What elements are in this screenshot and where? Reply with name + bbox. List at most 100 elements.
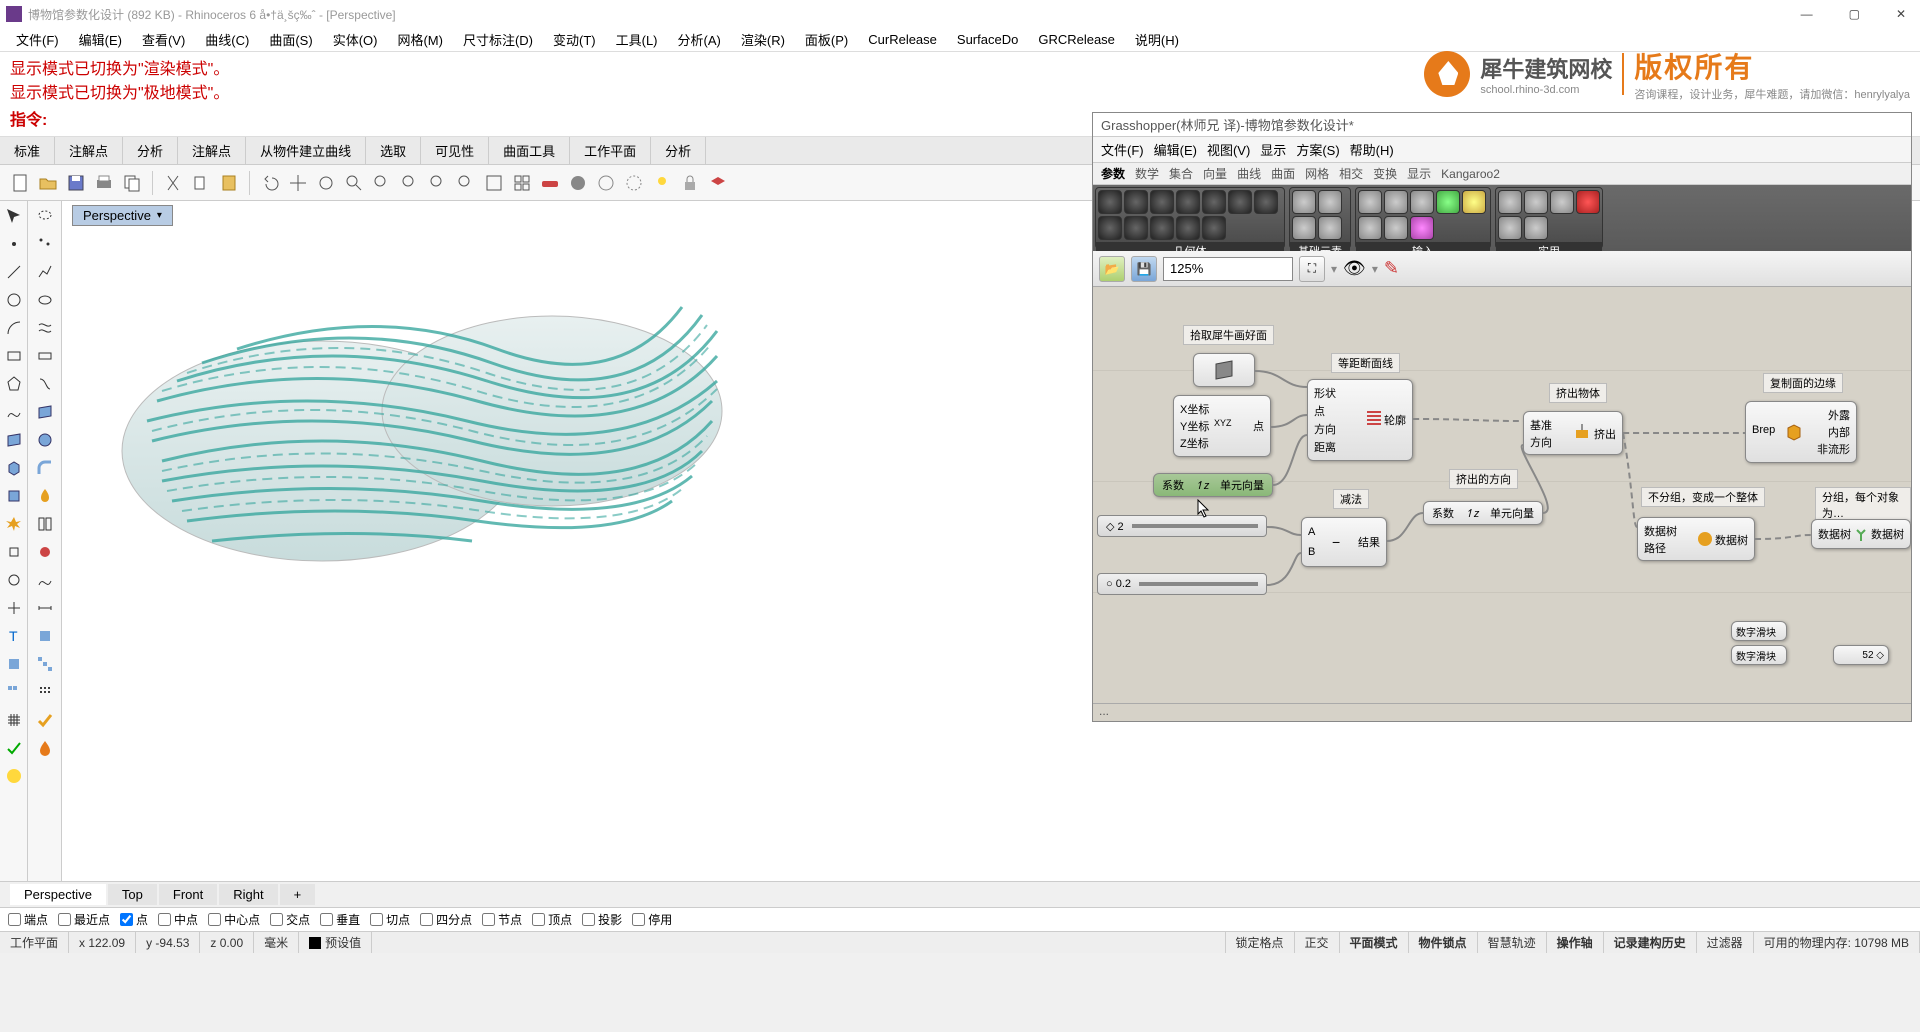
zoom-window-button[interactable] <box>370 171 394 195</box>
menu-currelease[interactable]: CurRelease <box>862 30 943 49</box>
help-tool[interactable] <box>3 765 25 787</box>
view-tab-front[interactable]: Front <box>159 884 217 905</box>
viewport-dropdown-icon[interactable]: ▾ <box>157 210 162 221</box>
menu-curve[interactable]: 曲线(C) <box>199 28 255 51</box>
gh-menu-file[interactable]: 文件(F) <box>1101 140 1144 159</box>
tab-surface-tools[interactable]: 曲面工具 <box>489 137 570 164</box>
gh-geom-icon[interactable] <box>1176 190 1200 214</box>
tab-select[interactable]: 选取 <box>366 137 421 164</box>
pan-button[interactable] <box>286 171 310 195</box>
gh-menu-solution[interactable]: 方案(S) <box>1296 140 1339 159</box>
light-icon[interactable] <box>650 171 674 195</box>
check-tool[interactable] <box>3 737 25 759</box>
shape-tool[interactable] <box>34 289 56 311</box>
gh-geom-icon[interactable] <box>1098 190 1122 214</box>
gh-tab-sets[interactable]: 集合 <box>1169 165 1193 182</box>
gh-geom-icon[interactable] <box>1202 190 1226 214</box>
gh-open-button[interactable]: 📂 <box>1099 256 1125 282</box>
gh-tab-params[interactable]: 参数 <box>1101 165 1125 182</box>
curve-tool[interactable] <box>3 401 25 423</box>
tab-visibility[interactable]: 可见性 <box>421 137 489 164</box>
solid-tool[interactable] <box>3 457 25 479</box>
explode-icon[interactable] <box>3 513 25 535</box>
edit-tool[interactable] <box>3 541 25 563</box>
point-tool[interactable] <box>3 233 25 255</box>
menu-analyze[interactable]: 分析(A) <box>672 28 727 51</box>
arrow-icon[interactable] <box>3 205 25 227</box>
zoom-in-button[interactable] <box>342 171 366 195</box>
gh-zoom-extents-button[interactable]: ⛶ <box>1299 256 1325 282</box>
transform-tool[interactable] <box>3 597 25 619</box>
menu-panels[interactable]: 面板(P) <box>799 28 854 51</box>
gh-util-icon[interactable] <box>1498 190 1522 214</box>
rotate-button[interactable] <box>314 171 338 195</box>
tab-standard[interactable]: 标准 <box>0 137 55 164</box>
gh-geom-icon[interactable] <box>1124 190 1148 214</box>
osnap-中心点[interactable]: 中心点 <box>208 911 260 928</box>
tab-annotation2[interactable]: 注解点 <box>178 137 246 164</box>
osnap-中点[interactable]: 中点 <box>158 911 198 928</box>
text-tool[interactable]: T <box>3 625 25 647</box>
gh-menu-view[interactable]: 视图(V) <box>1207 140 1250 159</box>
gh-node-numslider1[interactable]: 数字滑块 <box>1731 621 1787 641</box>
gh-geom-icon[interactable] <box>1254 190 1278 214</box>
gh-geom-icon[interactable] <box>1176 216 1200 240</box>
view-tab-add[interactable]: + <box>280 884 316 905</box>
extrude-tool[interactable] <box>3 485 25 507</box>
viewport-label[interactable]: Perspective ▾ <box>72 205 173 226</box>
gh-node-surface[interactable] <box>1193 353 1255 387</box>
gh-util-icon[interactable] <box>1524 190 1548 214</box>
tab-analyze[interactable]: 分析 <box>123 137 178 164</box>
gh-input-icon[interactable] <box>1410 216 1434 240</box>
cut-button[interactable] <box>161 171 185 195</box>
osnap-切点[interactable]: 切点 <box>370 911 410 928</box>
sphere-tool[interactable] <box>34 429 56 451</box>
dim-tool[interactable] <box>34 597 56 619</box>
gh-geom-icon[interactable] <box>1202 216 1226 240</box>
max-viewport-button[interactable] <box>482 171 506 195</box>
gh-input-icon[interactable] <box>1410 190 1434 214</box>
gh-slider-2[interactable]: ○ 0.2 <box>1097 573 1267 595</box>
new-button[interactable] <box>8 171 32 195</box>
paste-button[interactable] <box>217 171 241 195</box>
undo-button[interactable] <box>258 171 282 195</box>
osnap-投影[interactable]: 投影 <box>582 911 622 928</box>
fillet-tool[interactable] <box>34 457 56 479</box>
gh-save-button[interactable]: 💾 <box>1131 256 1157 282</box>
gh-menu-display[interactable]: 显示 <box>1260 140 1286 159</box>
menu-solid[interactable]: 实体(O) <box>327 28 384 51</box>
points-tool[interactable] <box>34 233 56 255</box>
copy-button[interactable] <box>120 171 144 195</box>
arc-tool[interactable] <box>3 317 25 339</box>
wireframe-button[interactable] <box>622 171 646 195</box>
sweep-tool[interactable] <box>34 373 56 395</box>
menu-file[interactable]: 文件(F) <box>10 28 65 51</box>
status-filter[interactable]: 过滤器 <box>1697 932 1754 953</box>
osnap-垂直[interactable]: 垂直 <box>320 911 360 928</box>
gh-preview-button[interactable]: 👁 <box>1343 256 1366 282</box>
gh-zoom-input[interactable] <box>1163 257 1293 281</box>
status-ortho[interactable]: 正交 <box>1295 932 1340 953</box>
open-button[interactable] <box>36 171 60 195</box>
menu-grcrelease[interactable]: GRCRelease <box>1032 30 1121 49</box>
rect-tool[interactable] <box>3 345 25 367</box>
gh-tab-vector[interactable]: 向量 <box>1203 165 1227 182</box>
gh-geom-icon[interactable] <box>1150 216 1174 240</box>
dots-icon[interactable] <box>34 681 56 703</box>
gh-tab-intersect[interactable]: 相交 <box>1339 165 1363 182</box>
osnap-顶点[interactable]: 顶点 <box>532 911 572 928</box>
gh-node-flatten[interactable]: 数据树 路径 数据树 <box>1637 517 1755 561</box>
menu-help[interactable]: 说明(H) <box>1129 28 1185 51</box>
surface-tool[interactable] <box>3 429 25 451</box>
render-button[interactable] <box>594 171 618 195</box>
osnap-点[interactable]: 点 <box>120 911 148 928</box>
drop-icon[interactable] <box>34 737 56 759</box>
analyze-tool[interactable] <box>3 569 25 591</box>
gh-tab-kangaroo[interactable]: Kangaroo2 <box>1441 167 1500 181</box>
copy2-button[interactable] <box>189 171 213 195</box>
zoom-1to1-button[interactable] <box>454 171 478 195</box>
gh-menu-edit[interactable]: 编辑(E) <box>1154 140 1197 159</box>
menu-mesh[interactable]: 网格(M) <box>391 28 449 51</box>
gh-node-numslider2[interactable]: 数字滑块 <box>1731 645 1787 665</box>
gh-sketch-button[interactable]: ✎ <box>1384 256 1399 282</box>
